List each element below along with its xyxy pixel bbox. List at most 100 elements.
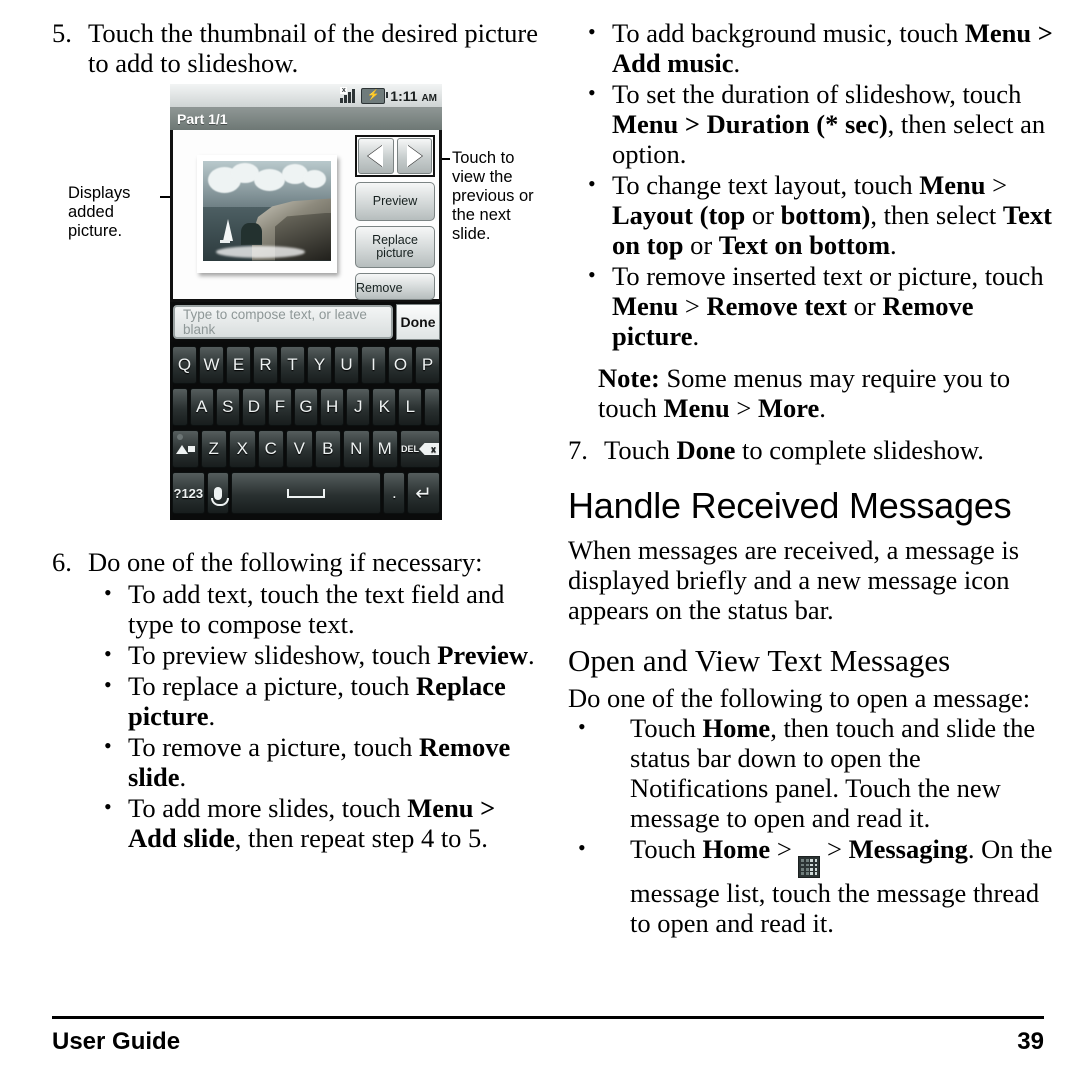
list-item: To add background music, touch Menu > Ad… <box>582 17 1060 78</box>
signal-bars-icon: x <box>340 87 357 103</box>
slide-thumbnail[interactable] <box>197 154 337 273</box>
key-v[interactable]: V <box>286 430 313 468</box>
clock-meridiem: AM <box>421 92 437 104</box>
key-spacer-right <box>424 388 441 426</box>
bold-run: Home <box>702 834 771 864</box>
list-item: To remove a picture, touch Remove slide. <box>98 731 542 792</box>
keyboard-row-2: A S D F G H J K L <box>172 388 441 426</box>
preview-button[interactable]: Preview <box>355 182 435 221</box>
key-y[interactable]: Y <box>307 346 332 384</box>
key-z[interactable]: Z <box>200 430 227 468</box>
symbols-key[interactable]: ?123 <box>172 472 205 514</box>
key-b[interactable]: B <box>314 430 341 468</box>
bold-run: Menu > Duration (* sec) <box>612 109 888 139</box>
shift-indicator-dot <box>177 434 183 440</box>
text-run: . <box>819 393 826 423</box>
key-m[interactable]: M <box>371 430 398 468</box>
text-run: , then repeat step 4 to 5. <box>234 823 488 853</box>
delete-key[interactable]: DEL x <box>400 430 440 468</box>
shift-key[interactable] <box>172 430 199 468</box>
launcher-grid-icon[interactable] <box>798 856 821 879</box>
on-screen-keyboard: Q W E R T Y U I O P A S D F G H J K L Z … <box>170 342 442 520</box>
key-x[interactable]: X <box>229 430 256 468</box>
list-item: To replace a picture, touch Replace pict… <box>98 670 542 731</box>
key-g[interactable]: G <box>294 388 319 426</box>
replace-picture-label-line2: picture <box>376 246 414 260</box>
keyboard-row-4: ?123 . ↵ <box>172 472 441 514</box>
heading-open-and-view-text-messages: Open and View Text Messages <box>568 643 951 678</box>
list-item: Touch Home, then touch and slide the sta… <box>568 712 1060 833</box>
key-l[interactable]: L <box>398 388 423 426</box>
enter-key[interactable]: ↵ <box>407 472 441 514</box>
key-w[interactable]: W <box>199 346 224 384</box>
key-r[interactable]: R <box>253 346 278 384</box>
step-6-text: Do one of the following if necessary: <box>88 547 483 577</box>
open-message-bullet-list: Touch Home, then touch and slide the sta… <box>568 712 1060 938</box>
bold-run: Preview <box>437 640 528 670</box>
list-item: To set the duration of slideshow, touch … <box>582 78 1060 169</box>
list-item: To add more slides, touch Menu > Add sli… <box>98 792 542 853</box>
enter-return-icon: ↵ <box>415 482 433 505</box>
step-5-text: Touch the thumbnail of the desired pictu… <box>88 18 538 78</box>
triangle-left-icon <box>368 145 384 167</box>
slide-edit-area: Preview Replace picture Remove <box>170 130 442 302</box>
list-item: To change text layout, touch Menu > Layo… <box>582 169 1060 260</box>
spacebar-icon <box>287 488 325 498</box>
period-key[interactable]: . <box>383 472 406 514</box>
callout-touch-to-view: Touch to view the previous or the next s… <box>452 149 534 243</box>
key-k[interactable]: K <box>372 388 397 426</box>
key-n[interactable]: N <box>343 430 370 468</box>
coastal-cliff-photo <box>203 160 331 261</box>
phone-screenshot: x ⚡ 1:11 AM Part 1/1 Preview Replace pic… <box>170 84 442 532</box>
previous-slide-button[interactable] <box>358 138 394 174</box>
text-run: . <box>692 321 700 351</box>
text-run: Touch <box>630 834 703 864</box>
slideshow-editor-figure: Displays added picture. Touch to view th… <box>52 84 542 539</box>
step-7-number: 7. <box>568 435 588 465</box>
key-f[interactable]: F <box>267 388 292 426</box>
text-run: To remove inserted text or picture, touc… <box>612 261 1044 291</box>
key-j[interactable]: J <box>346 388 371 426</box>
list-item: To add text, touch the text field and ty… <box>98 578 542 639</box>
remove-button[interactable]: Remove <box>355 273 435 300</box>
key-s[interactable]: S <box>215 388 240 426</box>
key-e[interactable]: E <box>226 346 251 384</box>
text-run: > <box>729 393 758 423</box>
space-key[interactable] <box>230 472 382 514</box>
key-p[interactable]: P <box>415 346 440 384</box>
key-t[interactable]: T <box>280 346 305 384</box>
key-u[interactable]: U <box>334 346 359 384</box>
bold-run: Text on bottom <box>718 230 891 260</box>
battery-charging-icon: ⚡ <box>361 87 389 104</box>
key-o[interactable]: O <box>388 346 413 384</box>
done-button[interactable]: Done <box>396 304 440 340</box>
bold-run: bottom) <box>780 200 871 230</box>
key-c[interactable]: C <box>257 430 284 468</box>
next-slide-button[interactable] <box>396 138 432 174</box>
bold-run: Home <box>702 713 771 743</box>
compose-text-input[interactable]: Type to compose text, or leave blank <box>173 305 393 339</box>
key-spacer-left <box>172 388 188 426</box>
text-run: To remove a picture, touch <box>128 732 420 762</box>
slide-thumbnail-container[interactable] <box>173 130 355 299</box>
clock-time: 1:11 <box>390 87 418 104</box>
key-h[interactable]: H <box>320 388 345 426</box>
text-run: To add background music, touch <box>612 18 965 48</box>
slide-nav-row <box>355 135 435 177</box>
replace-picture-button[interactable]: Replace picture <box>355 226 435 268</box>
text-run: To add text, touch the text field and ty… <box>128 579 505 639</box>
key-q[interactable]: Q <box>172 346 197 384</box>
voice-input-key[interactable] <box>206 472 229 514</box>
step-5: 5. Touch the thumbnail of the desired pi… <box>52 18 542 78</box>
key-i[interactable]: I <box>361 346 386 384</box>
step-6-bullet-list: To add text, touch the text field and ty… <box>98 578 542 853</box>
key-d[interactable]: D <box>241 388 266 426</box>
list-item: To remove inserted text or picture, touc… <box>582 260 1060 351</box>
step-7-text: Touch Done to complete slideshow. <box>604 435 1060 465</box>
callout-displays-added-picture: Displays added picture. <box>68 184 131 240</box>
step-5-number: 5. <box>52 18 72 48</box>
key-a[interactable]: A <box>189 388 214 426</box>
text-run: , then select <box>870 200 1003 230</box>
text-run: or <box>683 230 719 260</box>
phone-title-bar: Part 1/1 <box>170 108 442 130</box>
